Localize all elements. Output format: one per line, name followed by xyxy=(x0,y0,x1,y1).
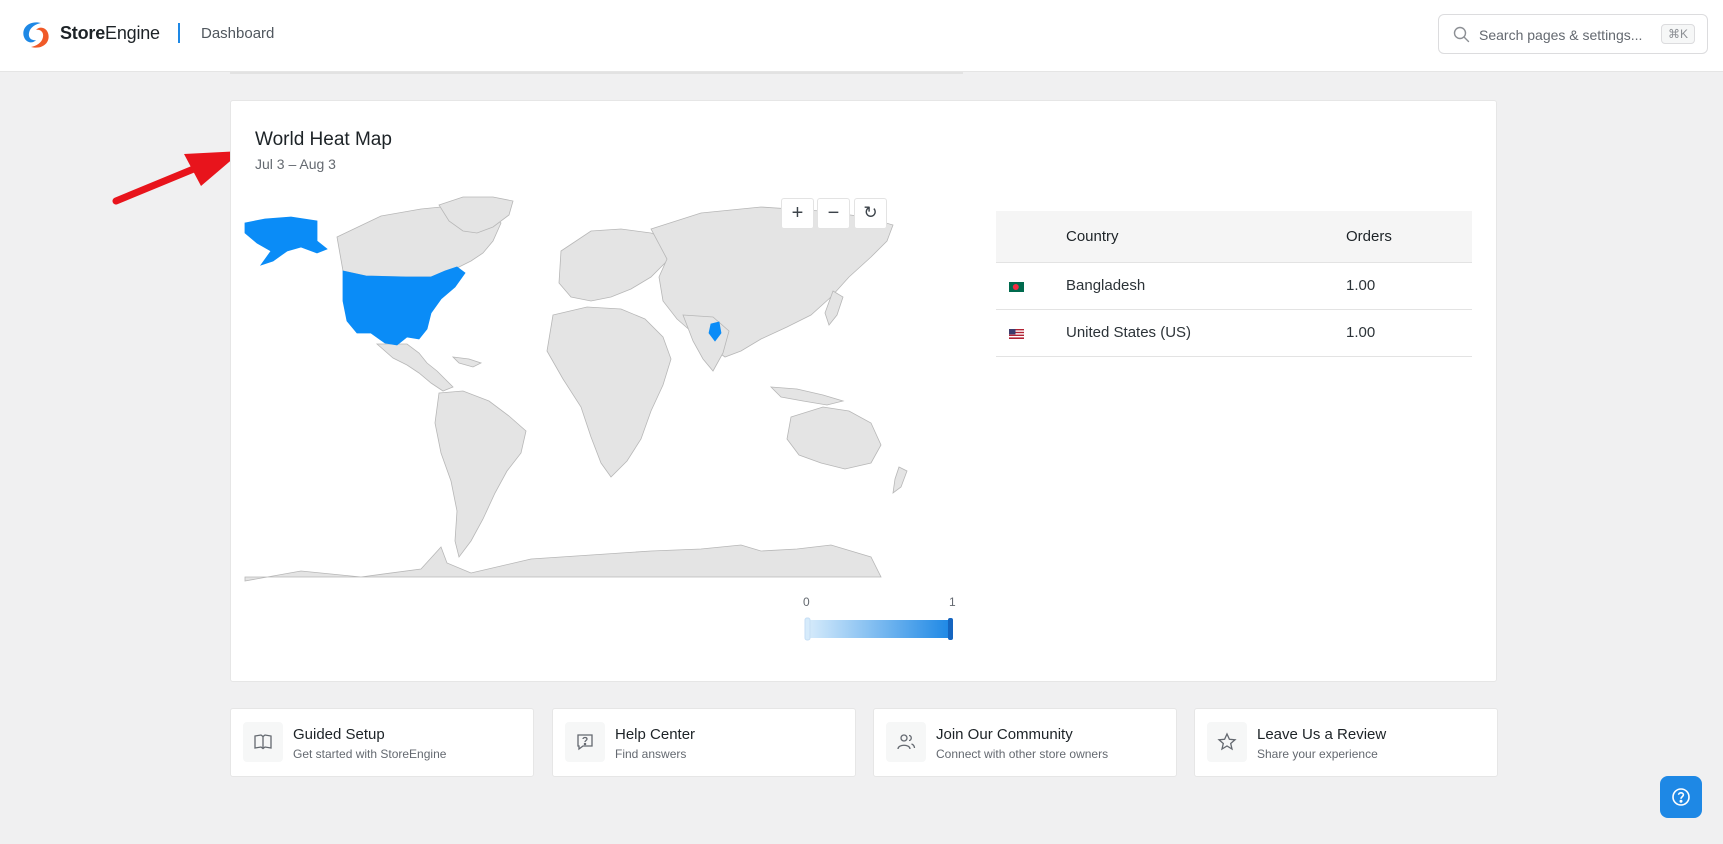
leave-review-tile[interactable]: Leave Us a Review Share your experience xyxy=(1194,708,1498,777)
tile-description: Find answers xyxy=(615,747,687,761)
tile-icon-box xyxy=(243,722,283,762)
row-country: Bangladesh xyxy=(1066,277,1146,294)
legend-handle-min[interactable] xyxy=(804,617,811,641)
map-region-united-states xyxy=(342,266,466,346)
tile-description: Get started with StoreEngine xyxy=(293,747,447,761)
table-row: Bangladesh 1.00 xyxy=(996,263,1472,310)
legend-min-label: 0 xyxy=(803,595,810,609)
country-orders-table: Country Orders Bangladesh 1.00 United St… xyxy=(996,211,1472,357)
legend-gradient-bar[interactable] xyxy=(804,617,954,641)
legend-handle-max[interactable] xyxy=(948,618,953,640)
map-region-indonesia xyxy=(769,386,845,406)
map-region-antarctica xyxy=(244,544,882,582)
row-country: United States (US) xyxy=(1066,324,1192,341)
help-center-tile[interactable]: Help Center Find answers xyxy=(552,708,856,777)
tile-title: Guided Setup xyxy=(293,726,385,743)
map-region-mexico xyxy=(375,343,454,392)
header-orders: Orders xyxy=(1346,228,1392,245)
row-orders: 1.00 xyxy=(1346,324,1376,341)
brand-name-rest: Engine xyxy=(105,23,160,43)
tile-description: Connect with other store owners xyxy=(936,747,1109,761)
tile-title: Leave Us a Review xyxy=(1257,726,1387,743)
table-row: United States (US) 1.00 xyxy=(996,310,1472,357)
annotation-arrow-icon xyxy=(112,151,242,205)
search-input[interactable] xyxy=(1479,24,1649,46)
world-heat-map-card: World Heat Map Jul 3 – Aug 3 + − ↻ 0 1 C… xyxy=(230,100,1497,682)
tile-title: Help Center xyxy=(615,726,696,743)
previous-card-edge xyxy=(230,72,963,74)
star-icon xyxy=(1217,732,1237,751)
help-button[interactable] xyxy=(1660,776,1702,818)
join-community-tile[interactable]: Join Our Community Connect with other st… xyxy=(873,708,1177,777)
map-reset-button[interactable]: ↻ xyxy=(854,198,887,229)
search-box[interactable]: ⌘K xyxy=(1438,14,1708,54)
bangladesh-flag-icon xyxy=(1009,282,1024,292)
tile-description: Share your experience xyxy=(1257,747,1378,761)
search-icon xyxy=(1453,26,1470,43)
chat-question-icon xyxy=(577,734,593,751)
top-bar: StoreEngine Dashboard ⌘K xyxy=(0,0,1723,72)
us-flag-icon xyxy=(1009,329,1024,339)
map-zoom-out-button[interactable]: − xyxy=(817,198,850,229)
brand-divider xyxy=(178,23,180,43)
world-map[interactable] xyxy=(231,101,931,661)
tile-icon-box xyxy=(886,722,926,762)
map-region-asia xyxy=(650,206,894,358)
book-icon xyxy=(254,734,272,750)
legend-max-label: 1 xyxy=(949,595,956,609)
table-header: Country Orders xyxy=(996,211,1472,263)
tile-icon-box xyxy=(565,722,605,762)
tile-icon-box xyxy=(1207,722,1247,762)
map-zoom-in-button[interactable]: + xyxy=(781,198,814,229)
users-icon xyxy=(897,734,916,750)
map-region-africa xyxy=(546,306,672,478)
map-region-new-zealand xyxy=(892,466,908,494)
brand-name[interactable]: StoreEngine xyxy=(60,23,160,44)
header-country: Country xyxy=(1066,228,1119,245)
map-region-alaska xyxy=(244,216,328,266)
tile-title: Join Our Community xyxy=(936,726,1073,743)
search-shortcut-badge: ⌘K xyxy=(1660,24,1695,44)
brand-name-bold: Store xyxy=(60,23,106,43)
breadcrumb-dashboard[interactable]: Dashboard xyxy=(201,25,274,42)
storeengine-logo-icon[interactable] xyxy=(19,20,53,50)
map-region-europe xyxy=(558,228,672,302)
guided-setup-tile[interactable]: Guided Setup Get started with StoreEngin… xyxy=(230,708,534,777)
map-region-australia xyxy=(786,406,882,470)
map-region-caribbean xyxy=(451,356,483,368)
question-circle-icon xyxy=(1672,788,1690,806)
map-region-south-america xyxy=(434,390,527,558)
row-orders: 1.00 xyxy=(1346,277,1376,294)
